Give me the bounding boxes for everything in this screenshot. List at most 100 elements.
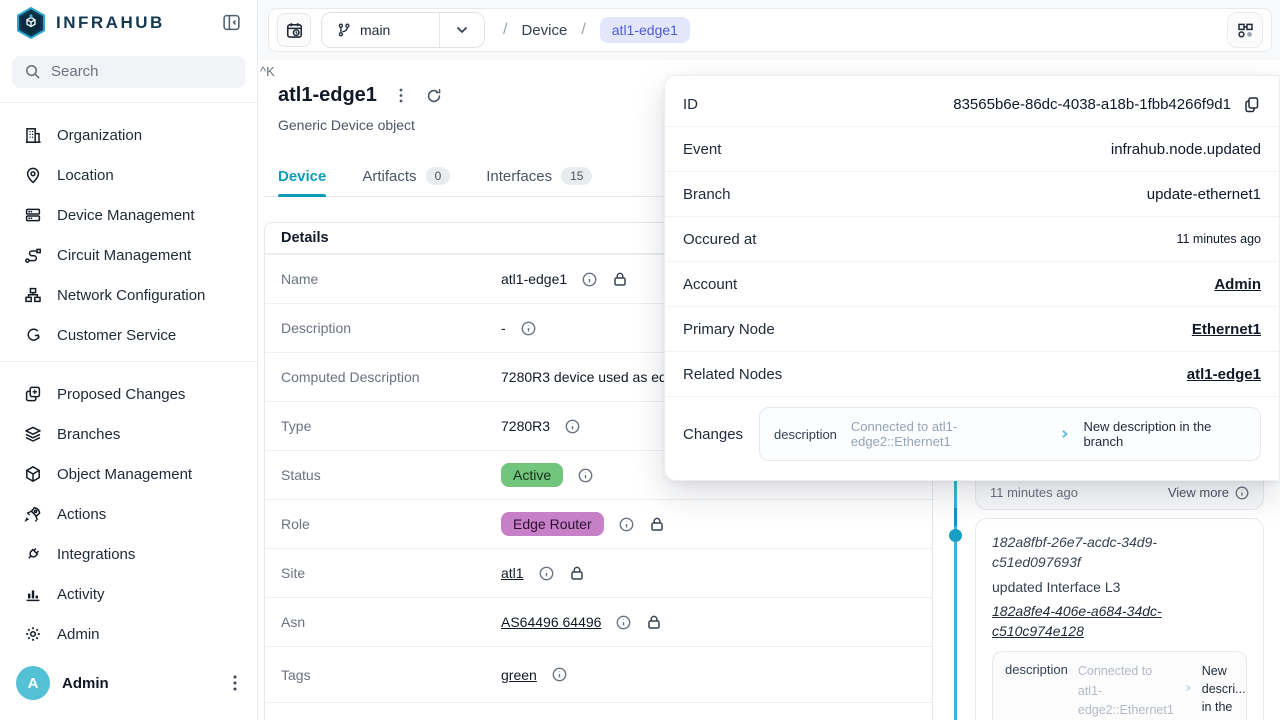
field-label: Tags (281, 667, 501, 683)
primary-node-link[interactable]: Ethernet1 (1192, 321, 1261, 338)
tab-device[interactable]: Device (278, 166, 326, 196)
branch-value: update-ethernet1 (1147, 186, 1261, 203)
view-more-button[interactable]: View more (1168, 485, 1249, 500)
sidebar-item-integrations[interactable]: Integrations (0, 534, 257, 574)
branch-caret[interactable] (440, 13, 484, 47)
schema-button[interactable] (1227, 12, 1263, 48)
cube-icon (24, 465, 42, 483)
asn-link[interactable]: AS64496 64496 (501, 614, 601, 630)
branch-selector[interactable]: main (321, 12, 485, 48)
time-travel-button[interactable] (277, 13, 311, 47)
user-kebab-icon[interactable] (229, 671, 241, 695)
sidebar-item-network-configuration[interactable]: Network Configuration (0, 275, 257, 315)
brand-name: INFRAHUB (56, 13, 165, 33)
panel-row-occured-at: Occured at 11 minutes ago (665, 217, 1279, 262)
layers-icon (24, 425, 42, 443)
change-chip: description Connected to atl1-edge2::Eth… (759, 407, 1261, 461)
field-value: atl1-edge1 (501, 271, 567, 287)
info-icon[interactable] (616, 615, 631, 630)
sidebar: INFRAHUB ^K Organization Location (0, 0, 258, 720)
timeline-tick (954, 508, 957, 526)
sidebar-item-label: Branches (57, 426, 120, 443)
tab-label: Artifacts (362, 168, 416, 185)
lock-icon (646, 614, 662, 630)
user-name: Admin (62, 675, 109, 692)
panel-label: Primary Node (683, 321, 775, 338)
sidebar-item-label: Object Management (57, 466, 192, 483)
plug-icon (24, 545, 42, 563)
sidebar-item-circuit-management[interactable]: Circuit Management (0, 235, 257, 275)
info-icon[interactable] (552, 667, 567, 682)
event-action: updated Interface L3 (992, 579, 1247, 595)
details-row-role: Role Edge Router (265, 499, 932, 548)
branch-name: main (360, 22, 390, 38)
info-icon[interactable] (565, 419, 580, 434)
event-target-link[interactable]: 182a8fe4-406e-a684-34dc-c510c974e128 (992, 601, 1210, 642)
field-label: Name (281, 271, 501, 287)
building-icon (24, 126, 42, 144)
server-icon (24, 206, 42, 224)
refresh-icon[interactable] (425, 87, 443, 105)
sidebar-item-branches[interactable]: Branches (0, 414, 257, 454)
occured-at-value: 11 minutes ago (1176, 232, 1261, 246)
infrahub-logo[interactable]: INFRAHUB (16, 7, 165, 39)
schema-icon (1236, 21, 1255, 40)
view-more-label: View more (1168, 485, 1229, 500)
user-menu[interactable]: A Admin (0, 654, 257, 720)
object-kebab-icon[interactable] (399, 88, 403, 103)
panel-row-changes: Changes description Connected to atl1-ed… (665, 397, 1279, 471)
sidebar-item-admin[interactable]: Admin (0, 614, 257, 654)
related-node-link[interactable]: atl1-edge1 (1187, 366, 1261, 383)
copy-icon[interactable] (1243, 95, 1261, 113)
avatar: A (16, 666, 50, 700)
info-icon[interactable] (521, 321, 536, 336)
tag-link[interactable]: green (501, 667, 537, 683)
sidebar-item-label: Customer Service (57, 327, 176, 344)
field-label: Status (281, 467, 501, 483)
tab-interfaces[interactable]: Interfaces 15 (486, 166, 592, 196)
change-old-value: Connected to atl1-edge2::Ethernet1 (851, 419, 1047, 449)
map-pin-icon (24, 166, 42, 184)
sidebar-item-device-management[interactable]: Device Management (0, 195, 257, 235)
sidebar-item-object-management[interactable]: Object Management (0, 454, 257, 494)
panel-row-branch: Branch update-ethernet1 (665, 172, 1279, 217)
info-icon[interactable] (582, 272, 597, 287)
field-label: Type (281, 418, 501, 434)
role-badge[interactable]: Edge Router (501, 512, 604, 536)
sidebar-item-organization[interactable]: Organization (0, 115, 257, 155)
sidebar-item-location[interactable]: Location (0, 155, 257, 195)
details-row-site: Site atl1 (265, 548, 932, 597)
details-row-asn: Asn AS64496 64496 (265, 597, 932, 646)
status-badge[interactable]: Active (501, 463, 563, 487)
timeline-dot (949, 529, 962, 542)
field-label: Computed Description (281, 369, 501, 385)
info-icon[interactable] (619, 517, 634, 532)
sidebar-item-customer-service[interactable]: Customer Service (0, 315, 257, 355)
tab-label: Interfaces (486, 168, 552, 185)
panel-label: Related Nodes (683, 366, 782, 383)
tab-count: 0 (426, 167, 451, 185)
sidebar-item-proposed-changes[interactable]: Proposed Changes (0, 374, 257, 414)
field-label: Asn (281, 614, 501, 630)
sidebar-item-label: Integrations (57, 546, 135, 563)
tab-artifacts[interactable]: Artifacts 0 (362, 166, 450, 196)
sidebar-collapse-icon[interactable] (222, 13, 241, 32)
event-timestamp: 11 minutes ago (990, 485, 1078, 500)
sidebar-item-actions[interactable]: Actions (0, 494, 257, 534)
info-icon[interactable] (539, 566, 554, 581)
event-card: 182a8fbf-26e7-acdc-34d9-c51ed097693f upd… (975, 518, 1264, 720)
field-label: Role (281, 516, 501, 532)
breadcrumb-type[interactable]: Device (521, 22, 567, 39)
sidebar-item-label: Organization (57, 127, 142, 144)
info-icon[interactable] (578, 468, 593, 483)
event-details-panel: ID 83565b6e-86dc-4038-a18b-1fbb4266f9d1 … (664, 75, 1280, 481)
breadcrumb: / Device / atl1-edge1 (503, 17, 690, 43)
search-input[interactable]: ^K (12, 56, 245, 89)
breadcrumb-object[interactable]: atl1-edge1 (600, 17, 690, 43)
details-row-tags: Tags green (265, 646, 932, 702)
hierarchy-icon (24, 286, 42, 304)
account-link[interactable]: Admin (1214, 276, 1261, 293)
site-link[interactable]: atl1 (501, 565, 524, 581)
sidebar-item-activity[interactable]: Activity (0, 574, 257, 614)
search-field[interactable] (51, 63, 250, 80)
